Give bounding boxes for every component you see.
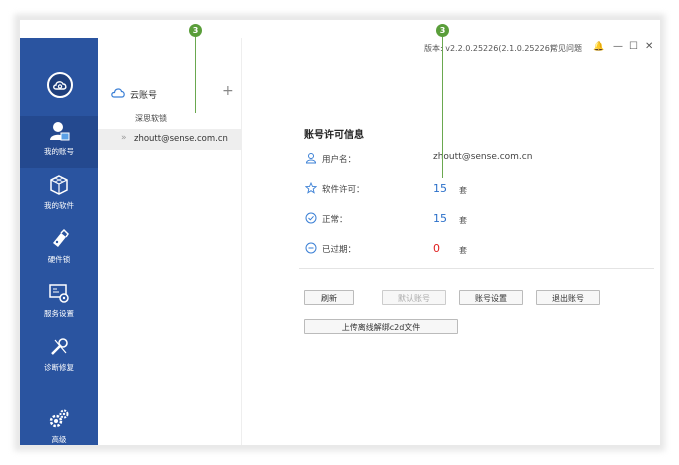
expired-unit: 套 bbox=[459, 246, 467, 255]
minus-circle-icon bbox=[305, 242, 317, 254]
annotation-badge: 3 bbox=[436, 24, 449, 37]
minimize-button[interactable]: — bbox=[613, 41, 623, 53]
license-unit: 套 bbox=[459, 186, 467, 195]
gears-icon bbox=[49, 409, 69, 428]
annotation-line bbox=[442, 37, 443, 178]
side-nav: 我的账号 我的软件 硬件锁 服务设置 诊断修复 高级 bbox=[20, 38, 98, 445]
star-icon bbox=[305, 182, 317, 194]
username-value: zhoutt@sense.com.cn bbox=[433, 152, 533, 162]
normal-unit: 套 bbox=[459, 216, 467, 225]
annotation-line bbox=[195, 37, 196, 113]
nav-label: 硬件锁 bbox=[47, 255, 71, 264]
app-window: 我的账号 我的软件 硬件锁 服务设置 诊断修复 高级 云账号 + 深思软锁 » … bbox=[20, 20, 660, 445]
cloud-icon bbox=[111, 88, 125, 98]
account-list-panel: 云账号 + 深思软锁 » zhoutt@sense.com.cn bbox=[98, 38, 242, 445]
bell-icon[interactable]: 🔔 bbox=[593, 41, 604, 53]
cloud-account-title: 云账号 bbox=[130, 91, 158, 101]
maximize-button[interactable]: ☐ bbox=[629, 41, 638, 53]
nav-item-service-settings[interactable]: 服务设置 bbox=[20, 278, 98, 330]
refresh-button[interactable]: 刷新 bbox=[304, 290, 354, 305]
user-account-icon bbox=[50, 122, 70, 141]
chevron-right-icon: » bbox=[121, 133, 127, 143]
nav-label: 我的软件 bbox=[44, 201, 74, 210]
faq-link[interactable]: 常见问题 bbox=[550, 43, 582, 54]
service-monitor-icon bbox=[49, 284, 69, 303]
license-count: 15 bbox=[433, 182, 447, 195]
nav-item-my-software[interactable]: 我的软件 bbox=[20, 170, 98, 222]
nav-item-my-account[interactable]: 我的账号 bbox=[20, 116, 98, 168]
username-label: 用户名： bbox=[322, 155, 357, 165]
section-divider bbox=[299, 268, 654, 269]
nav-item-diagnose-repair[interactable]: 诊断修复 bbox=[20, 332, 98, 384]
user-icon bbox=[305, 153, 317, 164]
license-label: 软件许可： bbox=[322, 185, 365, 195]
default-account-button[interactable]: 默认账号 bbox=[382, 290, 446, 305]
nav-label: 服务设置 bbox=[44, 309, 74, 318]
app-logo-icon bbox=[47, 72, 73, 98]
usb-dongle-icon bbox=[53, 228, 69, 247]
soft-lock-label[interactable]: 深思软锁 bbox=[135, 113, 167, 124]
expired-count: 0 bbox=[433, 242, 440, 255]
nav-label: 高级 bbox=[51, 435, 67, 444]
annotation-badge: 3 bbox=[189, 24, 202, 37]
nav-item-advanced[interactable]: 高级 bbox=[20, 404, 98, 445]
account-settings-button[interactable]: 账号设置 bbox=[459, 290, 523, 305]
expired-label: 已过期： bbox=[322, 245, 357, 255]
nav-label: 我的账号 bbox=[44, 147, 74, 156]
account-email: zhoutt@sense.com.cn bbox=[134, 134, 228, 144]
wrench-tools-icon bbox=[51, 338, 68, 355]
account-list-item[interactable]: » zhoutt@sense.com.cn bbox=[98, 129, 241, 150]
check-circle-icon bbox=[305, 212, 317, 224]
version-label: 版本: v2.2.0.25226(2.1.0.25226) bbox=[424, 44, 553, 53]
normal-label: 正常： bbox=[322, 215, 348, 225]
close-button[interactable]: ✕ bbox=[645, 41, 653, 53]
normal-count: 15 bbox=[433, 212, 447, 225]
add-account-icon[interactable]: + bbox=[222, 84, 234, 98]
nav-label: 诊断修复 bbox=[44, 363, 74, 372]
upload-c2d-button[interactable]: 上传离线解绑c2d文件 bbox=[304, 319, 458, 334]
logout-button[interactable]: 退出账号 bbox=[536, 290, 600, 305]
nav-item-hardware-lock[interactable]: 硬件锁 bbox=[20, 224, 98, 276]
software-cube-icon bbox=[50, 175, 68, 195]
license-info-title: 账号许可信息 bbox=[304, 130, 364, 141]
